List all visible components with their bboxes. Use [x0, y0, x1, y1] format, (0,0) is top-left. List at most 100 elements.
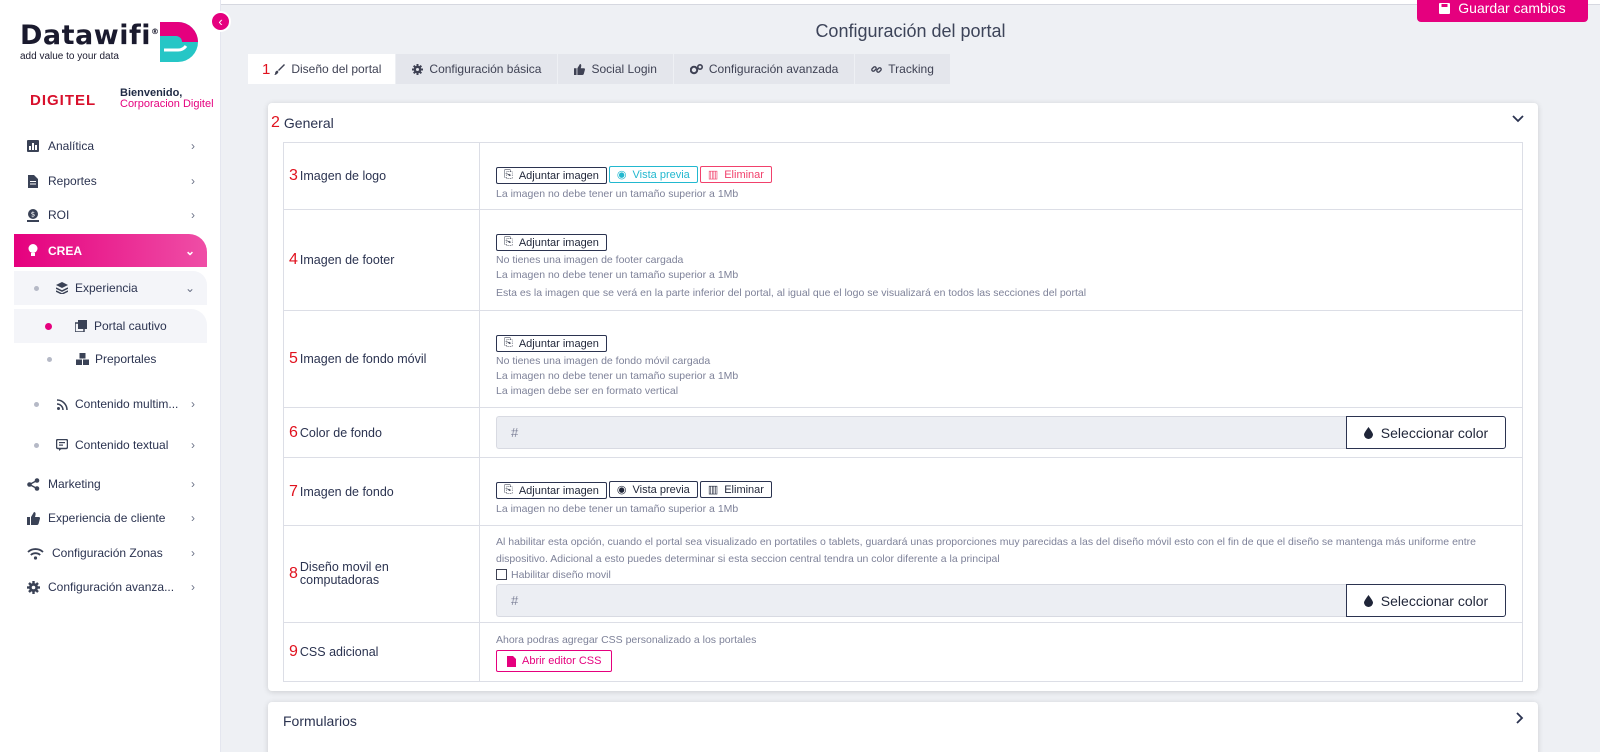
hint-text: La imagen no debe tener un tamaño superi…: [496, 188, 739, 200]
sidebar-item-label: CREA: [48, 243, 83, 258]
chat-icon: [55, 438, 69, 452]
chevron-right-icon: ›: [191, 580, 195, 594]
tab-label: Tracking: [888, 62, 934, 76]
chevron-right-icon: ›: [191, 511, 195, 525]
sidebar-item-contenido-textual[interactable]: Contenido textual ›: [14, 428, 207, 462]
row-diseno-movil: 8 Diseño movil en computadoras Al habilit…: [284, 526, 1522, 623]
logo-tagline: add value to your data: [20, 51, 119, 62]
hint-text: No tienes una imagen de footer cargada: [496, 254, 684, 266]
select-color-button[interactable]: Seleccionar color: [1346, 584, 1506, 617]
sidebar-item-contenido-multimedia[interactable]: Contenido multim... ›: [14, 387, 207, 421]
general-header[interactable]: 2 General: [268, 103, 1538, 143]
chevron-right-icon[interactable]: [1516, 712, 1524, 724]
bar-chart-icon: [26, 139, 40, 153]
attach-image-button[interactable]: ⎘ Adjuntar imagen: [496, 335, 607, 352]
lightbulb-icon: [26, 244, 40, 258]
attach-image-button[interactable]: ⎘ Adjuntar imagen: [496, 234, 607, 251]
open-css-editor-button[interactable]: Abrir editor CSS: [496, 650, 613, 672]
active-bullet-icon: [45, 322, 52, 330]
thumbs-up-icon: [574, 63, 586, 75]
layers-icon: [55, 281, 69, 295]
css-file-icon: [507, 655, 516, 667]
row-value: Ahora podras agregar CSS personalizado a…: [480, 623, 1522, 681]
user-name: Corporacion Digitel: [120, 98, 214, 110]
droplet-icon: [1363, 594, 1373, 607]
paperclip-icon: ⎘: [504, 236, 513, 248]
hint-text: Ahora podras agregar CSS personalizado a…: [496, 634, 757, 646]
sidebar-item-label: Portal cautivo: [94, 319, 167, 333]
mobile-color-input[interactable]: #: [496, 584, 1346, 617]
delete-button[interactable]: ▥ Eliminar: [699, 481, 772, 498]
sidebar-item-crea[interactable]: CREA ⌄: [14, 234, 207, 267]
tab-tracking[interactable]: Tracking: [855, 54, 950, 84]
row-label: 4 Imagen de footer: [284, 210, 480, 310]
label-text: Imagen de footer: [299, 253, 395, 267]
save-icon: [1439, 2, 1451, 14]
sidebar-item-marketing[interactable]: Marketing ›: [14, 467, 207, 501]
preview-button[interactable]: ◉ Vista previa: [608, 166, 698, 183]
chevron-down-icon[interactable]: [1512, 115, 1524, 123]
chevron-right-icon: ›: [191, 438, 195, 452]
main-content: Guardar cambios Configuración del portal…: [221, 0, 1600, 752]
sidebar-item-configuracion-zonas[interactable]: Configuración Zonas ›: [14, 536, 207, 570]
hint-text: La imagen debe ser en formato vertical: [496, 385, 679, 397]
page-title: Configuración del portal: [815, 21, 1006, 41]
sidebar-item-label: ROI: [48, 208, 70, 222]
sidebar-item-configuracion-avanzada[interactable]: Configuración avanza... ›: [14, 570, 207, 604]
bullet-icon: [34, 442, 39, 448]
copy-icon: [74, 319, 88, 333]
delete-button[interactable]: ▥ Eliminar: [699, 166, 772, 183]
datawifi-logo[interactable]: Datawifi® add value to your data: [20, 20, 159, 62]
welcome-block: Bienvenido, Corporacion Digitel: [120, 88, 214, 110]
chevron-left-icon: ‹: [218, 14, 223, 29]
save-label: Guardar cambios: [1458, 0, 1566, 16]
background-color-input[interactable]: #: [496, 416, 1346, 449]
sidebar-item-label: Preportales: [95, 352, 157, 366]
button-label: Vista previa: [632, 168, 690, 181]
sidebar-item-analitica[interactable]: Analítica ›: [14, 129, 207, 163]
sidebar-item-experiencia[interactable]: Experiencia ⌄: [14, 271, 207, 305]
bullet-icon: [47, 356, 52, 362]
enable-mobile-design-checkbox[interactable]: Habilitar diseño movil: [496, 568, 1506, 583]
tab-label: Configuración avanzada: [708, 62, 839, 76]
link-icon: [871, 64, 883, 75]
button-label: Seleccionar color: [1380, 424, 1489, 441]
row-label: 9 CSS adicional: [284, 623, 480, 681]
row-label: 6 Color de fondo: [284, 408, 480, 457]
row-imagen-footer: 4 Imagen de footer ⎘ Adjuntar imagen No ti…: [284, 210, 1522, 311]
row-label: 8 Diseño movil en computadoras: [284, 526, 480, 622]
preview-button[interactable]: ◉ Vista previa: [608, 481, 698, 498]
tab-diseno-portal[interactable]: 1 Diseño del portal: [248, 54, 396, 84]
formularios-card[interactable]: Formularios: [268, 702, 1538, 752]
tab-social-login[interactable]: Social Login: [558, 54, 673, 84]
checkbox-label: Habilitar diseño movil: [511, 569, 611, 581]
sidebar-item-experiencia-cliente[interactable]: Experiencia de cliente ›: [14, 501, 207, 535]
button-label: Eliminar: [724, 168, 764, 181]
collapse-sidebar-button[interactable]: ‹: [210, 11, 231, 32]
button-label: Adjuntar imagen: [518, 484, 599, 497]
label-text: Diseño movil en computadoras: [299, 560, 389, 587]
tab-configuracion-avanzada[interactable]: Configuración avanzada: [673, 54, 855, 84]
attach-image-button[interactable]: ⎘ Adjuntar imagen: [496, 482, 607, 499]
sidebar-item-label: Configuración avanza...: [48, 580, 175, 594]
sidebar-item-preportales[interactable]: Preportales: [14, 342, 207, 376]
sidebar-item-reportes[interactable]: Reportes ›: [14, 164, 207, 198]
tab-configuracion-basica[interactable]: Configuración básica: [396, 54, 558, 84]
row-value: ⎘ Adjuntar imagen ◉ Vista previa ▥ Eliminar L…: [480, 143, 1522, 209]
sidebar-item-label: Analítica: [48, 139, 95, 153]
select-color-button[interactable]: Seleccionar color: [1346, 416, 1506, 449]
row-imagen-logo: 3 Imagen de logo ⎘ Adjuntar imagen ◉ Vista p…: [284, 143, 1522, 210]
annotation-number: 1: [262, 60, 271, 78]
save-changes-button[interactable]: Guardar cambios: [1417, 0, 1588, 22]
row-label: 3 Imagen de logo: [284, 143, 480, 209]
chevron-down-icon: ⌄: [184, 281, 195, 295]
row-imagen-fondo-movil: 5 Imagen de fondo móvil ⎘ Adjuntar imagen …: [284, 311, 1522, 408]
hint-text: No tienes una imagen de fondo móvil carg…: [496, 355, 711, 367]
annotation-number: 6: [289, 423, 298, 441]
sidebar-item-portal-cautivo[interactable]: Portal cautivo: [14, 309, 207, 343]
brand-logo: DIGITEL: [30, 92, 97, 109]
sidebar-item-roi[interactable]: $ ROI ›: [14, 198, 207, 232]
row-color-fondo: 6 Color de fondo # Seleccionar color: [284, 408, 1522, 458]
annotation-number: 3: [289, 167, 298, 184]
attach-image-button[interactable]: ⎘ Adjuntar imagen: [496, 167, 607, 184]
